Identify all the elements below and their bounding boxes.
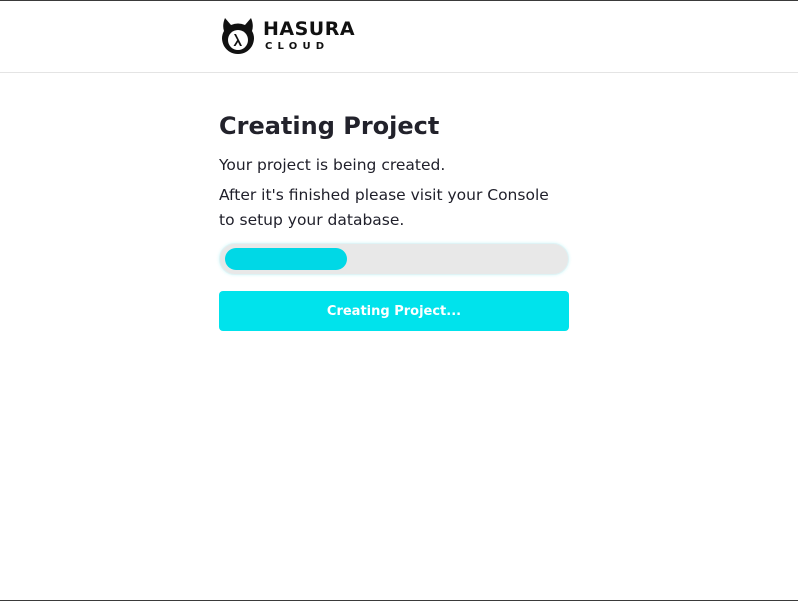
status-text: Your project is being created. <box>219 156 446 174</box>
info-text: After it's finished please visit your Co… <box>219 186 549 229</box>
logo-brand-text: HASURA <box>263 18 356 40</box>
creating-project-button[interactable]: Creating Project... <box>219 291 569 331</box>
create-project-panel: Creating Project Your project is being c… <box>219 109 569 331</box>
hasura-cloud-logo[interactable]: HASURA CLOUD <box>219 16 355 56</box>
progress-bar <box>219 243 569 275</box>
top-bar: HASURA CLOUD <box>0 1 798 73</box>
page-title: Creating Project <box>219 112 440 140</box>
logo-sub-text: CLOUD <box>265 41 330 52</box>
progress-bar-fill <box>225 248 347 270</box>
app-frame: HASURA CLOUD Creating Project Your proje… <box>0 0 798 601</box>
hasura-lambda-icon <box>222 18 254 54</box>
logo-wordmark: HASURA CLOUD <box>263 20 355 52</box>
